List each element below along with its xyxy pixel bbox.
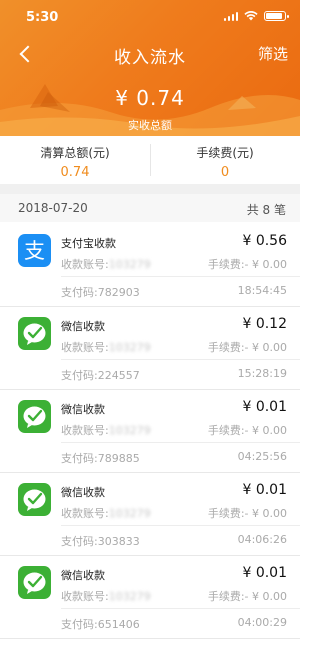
summary-panel: 清算总额(元) 0.74 手续费(元) 0 — [0, 136, 300, 184]
transaction-name: 微信收款 — [61, 569, 105, 582]
account-value: 103279 — [108, 507, 151, 520]
account-label: 收款账号: — [61, 341, 109, 354]
battery-icon — [264, 11, 289, 21]
transaction-item[interactable]: 微信收款 ¥ 0.12 收款账号:103279 手续费:- ¥ 0.00 支付码… — [0, 307, 300, 389]
transaction-time: 04:06:26 — [237, 533, 287, 546]
item-divider — [61, 359, 300, 360]
signal-icon — [223, 11, 238, 21]
transaction-amount: ¥ 0.01 — [242, 565, 287, 581]
wechat-pay-icon — [18, 400, 51, 433]
transaction-account: 收款账号:103279 — [61, 588, 151, 604]
transaction-amount: ¥ 0.12 — [242, 316, 287, 332]
transaction-fee: 手续费:- ¥ 0.00 — [207, 258, 287, 271]
transaction-name: 支付宝收款 — [61, 237, 116, 250]
alipay-icon: 支 — [18, 234, 51, 267]
fee-total: 手续费(元) 0 — [150, 136, 300, 184]
group-count: 共 8 笔 — [246, 203, 286, 217]
transaction-account: 收款账号:103279 — [61, 505, 151, 521]
transaction-code: 支付码:651406 — [61, 618, 140, 631]
transaction-name: 微信收款 — [61, 320, 105, 333]
settlement-total-value: 0.74 — [60, 165, 90, 180]
transaction-amount: ¥ 0.01 — [242, 399, 287, 415]
transaction-name: 微信收款 — [61, 403, 105, 416]
item-divider — [61, 525, 300, 526]
wechat-pay-icon — [18, 483, 51, 516]
transaction-amount: ¥ 0.56 — [242, 233, 287, 249]
item-divider — [61, 442, 300, 443]
transaction-item[interactable]: 微信收款 ¥ 0.01 收款账号:103279 手续费:- ¥ 0.00 支付码… — [0, 390, 300, 472]
fee-total-value: 0 — [220, 165, 230, 180]
item-divider — [61, 276, 300, 277]
transaction-fee: 手续费:- ¥ 0.00 — [207, 507, 287, 520]
account-label: 收款账号: — [61, 507, 109, 520]
transaction-code: 支付码:303833 — [61, 535, 140, 548]
transaction-time: 04:00:29 — [237, 616, 287, 629]
transaction-time: 04:25:56 — [237, 450, 287, 463]
transaction-account: 收款账号:103279 — [61, 339, 151, 355]
section-gap — [0, 184, 300, 194]
wechat-pay-icon — [18, 566, 51, 599]
transaction-code: 支付码:224557 — [61, 369, 140, 382]
settlement-total-label: 清算总额(元) — [40, 146, 110, 160]
account-label: 收款账号: — [61, 258, 109, 271]
fee-total-label: 手续费(元) — [196, 146, 254, 160]
header: 5:30 收入流水 筛选 ¥ 0.74 实收总额 — [0, 0, 300, 136]
wifi-icon — [244, 11, 258, 21]
wechat-pay-icon — [18, 317, 51, 350]
account-value: 103279 — [108, 424, 151, 437]
group-date: 2018-07-20 — [18, 201, 88, 215]
transaction-time: 18:54:45 — [237, 284, 287, 297]
account-value: 103279 — [108, 590, 151, 603]
account-label: 收款账号: — [61, 590, 109, 603]
account-label: 收款账号: — [61, 424, 109, 437]
transaction-item[interactable]: 微信收款 ¥ 0.01 收款账号:103279 手续费:- ¥ 0.00 支付码… — [0, 473, 300, 555]
total-received-label: 实收总额 — [128, 119, 172, 132]
transaction-code: 支付码:789885 — [61, 452, 140, 465]
list-separator — [0, 638, 300, 639]
page-title: 收入流水 — [114, 48, 186, 68]
account-value: 103279 — [108, 341, 151, 354]
status-bar: 5:30 — [0, 0, 300, 34]
date-group-header: 2018-07-20 共 8 笔 — [0, 194, 300, 222]
transaction-fee: 手续费:- ¥ 0.00 — [207, 341, 287, 354]
transaction-fee: 手续费:- ¥ 0.00 — [207, 590, 287, 603]
total-received-amount: ¥ 0.74 — [115, 86, 185, 110]
transaction-account: 收款账号:103279 — [61, 422, 151, 438]
transaction-fee: 手续费:- ¥ 0.00 — [207, 424, 287, 437]
status-time: 5:30 — [26, 10, 59, 25]
transaction-amount: ¥ 0.01 — [242, 482, 287, 498]
svg-text:支: 支 — [24, 239, 45, 263]
transaction-time: 15:28:19 — [237, 367, 287, 380]
item-divider — [61, 608, 300, 609]
account-value: 103279 — [108, 258, 151, 271]
settlement-total: 清算总额(元) 0.74 — [0, 136, 150, 184]
transaction-name: 微信收款 — [61, 486, 105, 499]
filter-button[interactable]: 筛选 — [258, 43, 288, 64]
transaction-item[interactable]: 支 支付宝收款 ¥ 0.56 收款账号:103279 手续费:- ¥ 0.00 … — [0, 224, 300, 306]
transaction-account: 收款账号:103279 — [61, 256, 151, 272]
transaction-code: 支付码:782903 — [61, 286, 140, 299]
transaction-item[interactable]: 微信收款 ¥ 0.01 收款账号:103279 手续费:- ¥ 0.00 支付码… — [0, 556, 300, 638]
status-icons — [223, 11, 289, 21]
